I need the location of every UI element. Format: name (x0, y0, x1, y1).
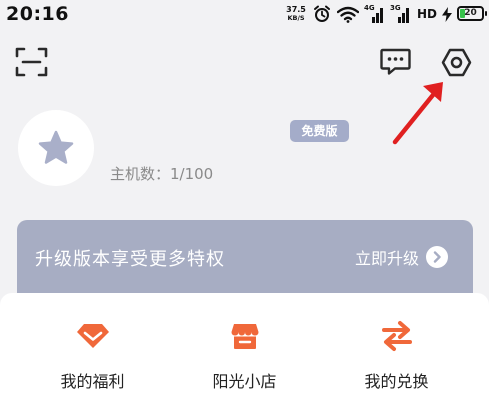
battery-level: 20 (464, 8, 477, 18)
signal-bars-icon (398, 8, 409, 23)
app-screen: 20:16 37.5 KB/S 4G 3G HD 20 免费版 主机数：1/10… (0, 0, 489, 410)
shortcut-label: 我的福利 (60, 372, 125, 391)
network-speed-value: 37.5 (286, 5, 306, 14)
network-speed: 37.5 KB/S (283, 5, 309, 23)
hd-indicator: HD (417, 7, 438, 21)
chevron-right-icon (426, 246, 449, 268)
shortcut-my-benefits[interactable]: 我的福利 (11, 293, 174, 410)
upgrade-now-label: 立即升级 (355, 249, 420, 268)
message-icon[interactable] (380, 48, 411, 76)
charging-icon (442, 7, 452, 22)
gift-diamond-icon (76, 319, 110, 353)
battery-indicator: 20 (457, 6, 487, 21)
network-speed-unit: KB/S (287, 14, 305, 22)
shortcut-label: 我的兑换 (364, 372, 429, 391)
scan-icon[interactable] (15, 47, 48, 77)
shortcut-card: 我的福利 阳光小店 我的兑换 (0, 293, 489, 410)
shortcut-sunshine-shop[interactable]: 阳光小店 (163, 293, 326, 410)
shortcut-my-exchange[interactable]: 我的兑换 (315, 293, 478, 410)
host-count: 主机数：1/100 (110, 165, 214, 183)
status-time: 20:16 (6, 3, 69, 25)
upgrade-now-button[interactable]: 立即升级 (355, 243, 449, 271)
upgrade-banner-text: 升级版本享受更多特权 (35, 249, 225, 270)
star-icon (38, 130, 74, 164)
avatar[interactable] (18, 110, 94, 186)
settings-icon[interactable] (441, 47, 472, 78)
alarm-icon (314, 5, 330, 22)
signal-bars-icon (372, 8, 383, 23)
wifi-icon (337, 6, 359, 23)
plan-badge: 免费版 (290, 120, 349, 142)
shop-icon (228, 319, 262, 353)
status-bar: 20:16 37.5 KB/S 4G 3G HD 20 (0, 0, 489, 30)
exchange-icon (380, 319, 414, 353)
shortcut-label: 阳光小店 (212, 372, 277, 391)
annotation-arrow-icon (392, 82, 443, 145)
